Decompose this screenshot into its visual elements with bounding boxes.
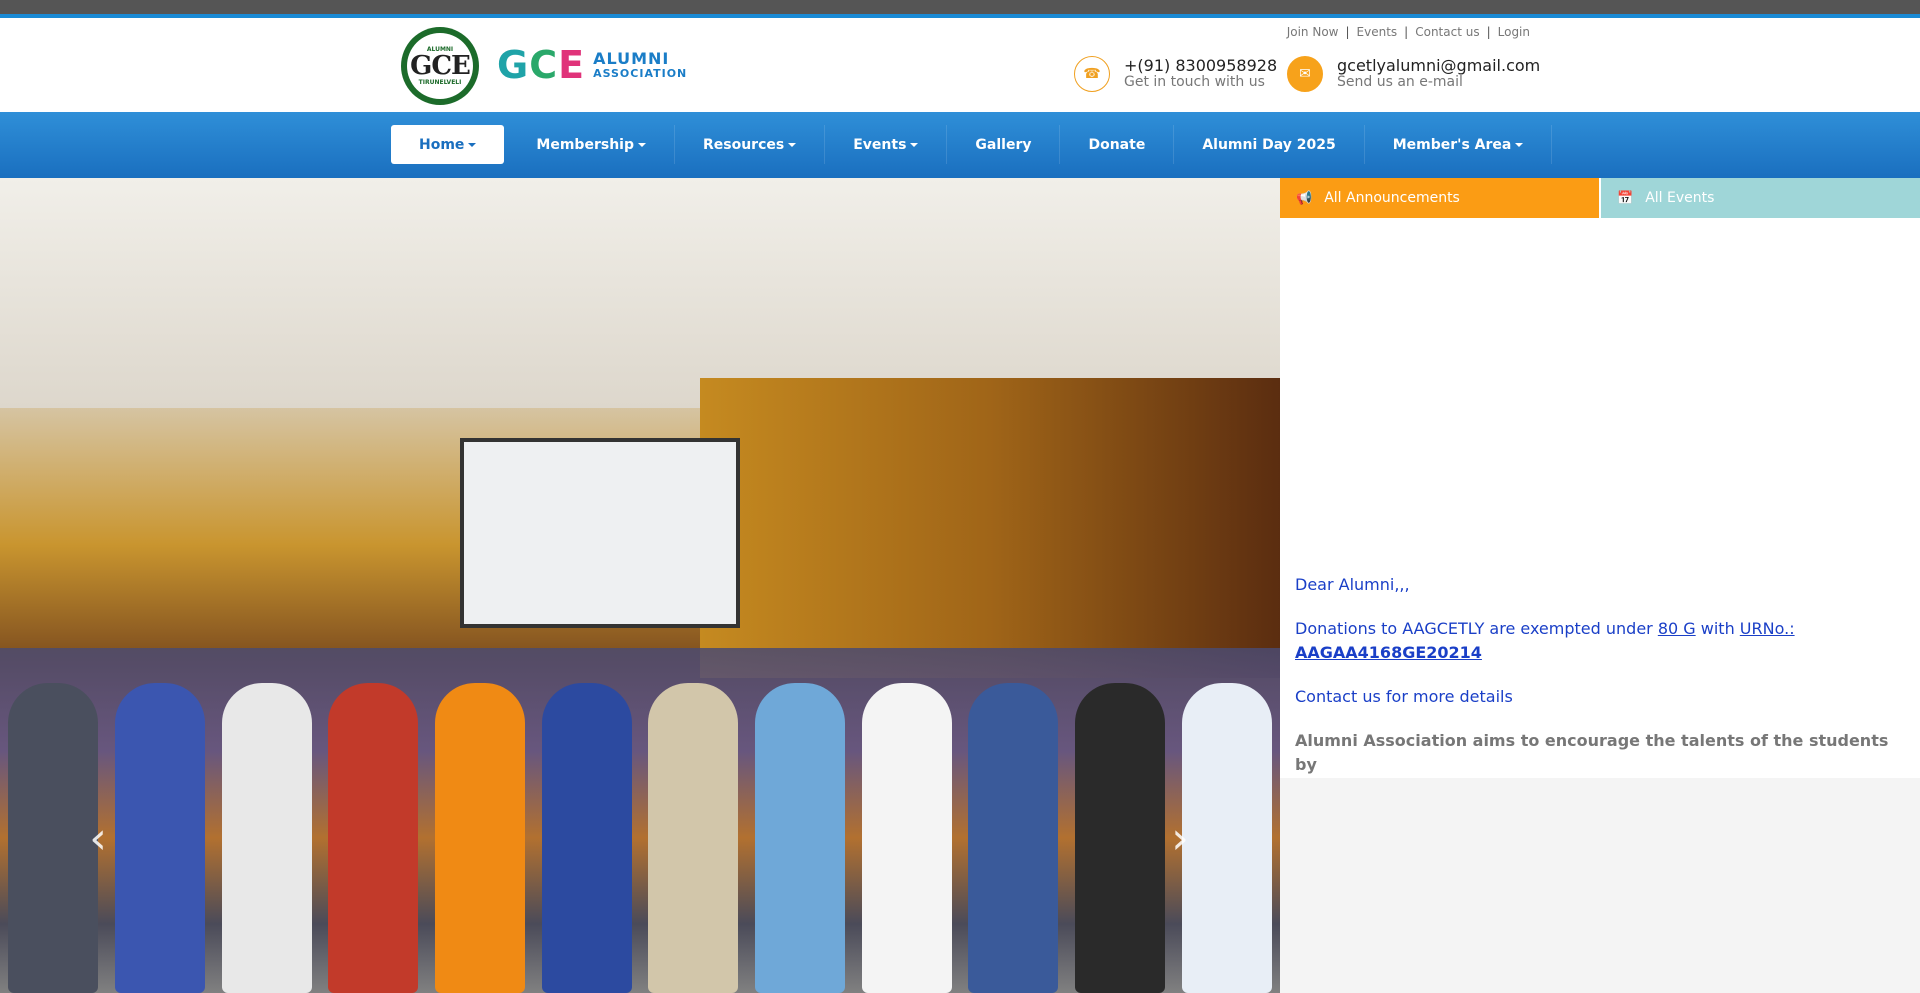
caret-down-icon xyxy=(637,142,646,147)
nav-resources[interactable]: Resources xyxy=(675,125,826,164)
contact-line: Contact us for more details xyxy=(1295,687,1513,706)
logo-bottom-text: TIRUNELVELI xyxy=(418,79,462,86)
events-link[interactable]: Events xyxy=(1357,25,1398,39)
donation-with: with xyxy=(1695,619,1740,638)
photo-person xyxy=(968,683,1059,993)
email-contact[interactable]: ✉ gcetlyalumni@gmail.com Send us an e-ma… xyxy=(1287,56,1540,92)
photo-person xyxy=(114,683,205,993)
brand-line1: ALUMNI xyxy=(593,49,670,68)
nav-donate[interactable]: Donate xyxy=(1060,125,1175,164)
photo-people xyxy=(0,648,1280,993)
nav-donate-label: Donate xyxy=(1088,136,1146,153)
tab-announcements-label: All Announcements xyxy=(1324,190,1460,206)
donation-line: Donations to AAGCETLY are exempted under… xyxy=(1295,617,1895,665)
hero-carousel[interactable]: ‹ › xyxy=(0,178,1280,993)
nav-menu: Home Membership Resources Events Gallery… xyxy=(391,125,1553,164)
megaphone-icon: 📢 xyxy=(1296,190,1313,206)
phone-subtext: Get in touch with us xyxy=(1124,74,1265,90)
aims-text: Alumni Association aims to encourage the… xyxy=(1295,731,1889,774)
photo-person xyxy=(754,683,845,993)
nav-events[interactable]: Events xyxy=(825,125,948,164)
caret-down-icon xyxy=(468,142,477,147)
photo-person xyxy=(434,683,525,993)
nav-events-label: Events xyxy=(853,136,907,153)
donation-prefix: Donations to AAGCETLY are exempted under xyxy=(1295,619,1658,638)
panel-footer-area xyxy=(1280,778,1920,993)
tab-events-label: All Events xyxy=(1645,190,1715,206)
tab-announcements[interactable]: 📢 All Announcements xyxy=(1280,178,1599,218)
logo-badge: ALUMNI GCE TIRUNELVELI xyxy=(407,33,473,99)
photo-person xyxy=(648,683,739,993)
nav-membership-label: Membership xyxy=(536,136,634,153)
photo-wood-panel xyxy=(700,378,1280,678)
photo-projector-screen xyxy=(460,438,740,628)
photo-person xyxy=(1074,683,1165,993)
nav-gallery[interactable]: Gallery xyxy=(947,125,1061,164)
calendar-icon: 📅 xyxy=(1617,190,1634,206)
envelope-icon: ✉ xyxy=(1287,56,1323,92)
logo-text: GCE xyxy=(410,51,471,81)
photo-ceiling xyxy=(0,178,1280,408)
photo-person xyxy=(541,683,632,993)
link-urn-number[interactable]: AAGAA4168GE20214 xyxy=(1295,643,1482,662)
photo-person xyxy=(221,683,312,993)
link-separator: | xyxy=(1486,25,1491,39)
nav-alumni-day[interactable]: Alumni Day 2025 xyxy=(1174,125,1365,164)
phone-contact[interactable]: ☎ +(91) 8300958928 Get in touch with us xyxy=(1074,56,1277,92)
link-80g[interactable]: 80 G xyxy=(1658,619,1696,638)
greeting: Dear Alumni,,, xyxy=(1295,575,1410,594)
photo-person xyxy=(328,683,419,993)
nav-home-label: Home xyxy=(419,136,465,153)
contact-link[interactable]: Contact us xyxy=(1415,25,1479,39)
brand-wordmark[interactable]: GCE ALUMNI ASSOCIATION xyxy=(497,46,687,84)
nav-membership[interactable]: Membership xyxy=(508,125,675,164)
nav-alumni-day-label: Alumni Day 2025 xyxy=(1202,136,1336,153)
caret-down-icon xyxy=(1515,142,1524,147)
email-address: gcetlyalumni@gmail.com xyxy=(1337,56,1541,75)
link-urn-label[interactable]: URNo.: xyxy=(1740,619,1795,638)
top-strip xyxy=(0,0,1920,18)
brand-gce: GCE xyxy=(497,43,586,87)
nav-members-area-label: Member's Area xyxy=(1392,136,1512,153)
top-links: Join Now | Events | Contact us | Login xyxy=(1287,25,1530,39)
brand-sub: ALUMNI ASSOCIATION xyxy=(593,50,687,80)
site-header xyxy=(0,18,1920,112)
email-subtext: Send us an e-mail xyxy=(1337,74,1463,90)
tab-events[interactable]: 📅 All Events xyxy=(1601,178,1920,218)
phone-icon: ☎ xyxy=(1074,56,1110,92)
announcement-text: Dear Alumni,,, Donations to AAGCETLY are… xyxy=(1295,573,1895,797)
nav-home[interactable]: Home xyxy=(391,125,505,164)
nav-gallery-label: Gallery xyxy=(975,136,1032,153)
caret-down-icon xyxy=(910,142,919,147)
chevron-left-icon[interactable]: ‹ xyxy=(78,813,118,864)
nav-members-area[interactable]: Member's Area xyxy=(1365,125,1553,164)
main-navbar: Home Membership Resources Events Gallery… xyxy=(0,112,1920,178)
caret-down-icon xyxy=(788,142,797,147)
side-tabs: 📢 All Announcements 📅 All Events xyxy=(1280,178,1920,218)
photo-person xyxy=(861,683,952,993)
join-now-link[interactable]: Join Now xyxy=(1287,25,1339,39)
site-logo[interactable]: ALUMNI GCE TIRUNELVELI xyxy=(401,27,479,105)
link-separator: | xyxy=(1345,25,1350,39)
phone-number: +(91) 8300958928 xyxy=(1124,56,1278,75)
chevron-right-icon[interactable]: › xyxy=(1160,813,1200,864)
link-separator: | xyxy=(1404,25,1409,39)
nav-resources-label: Resources xyxy=(702,136,785,153)
login-link[interactable]: Login xyxy=(1498,25,1530,39)
brand-line2: ASSOCIATION xyxy=(593,67,688,80)
